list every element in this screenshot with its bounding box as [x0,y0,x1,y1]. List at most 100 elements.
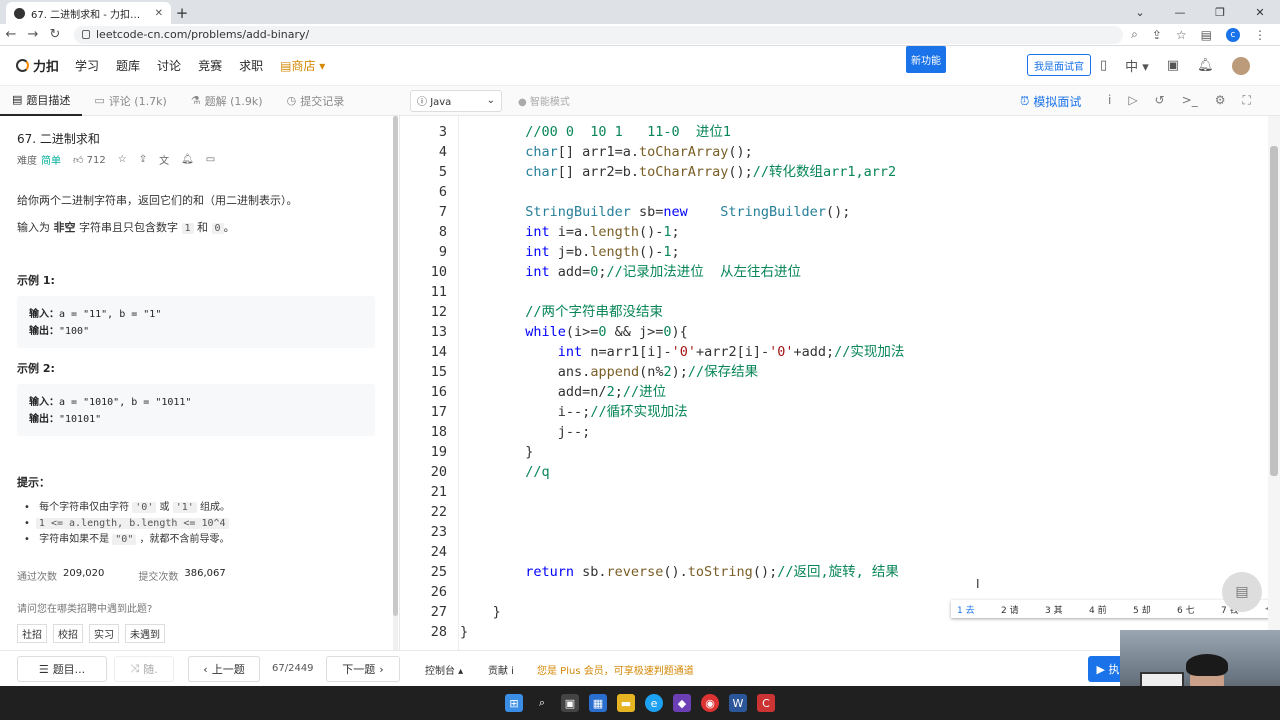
tag-internship[interactable]: 实习 [89,624,119,643]
reset-icon[interactable]: ↺ [1155,93,1165,108]
code-line[interactable]: 14 int n=arr1[i]-'0'+arr2[i]-'0'+add;//实现… [410,342,1268,362]
tag-social-hire[interactable]: 社招 [17,624,47,643]
forward-icon[interactable]: → [22,27,44,42]
reload-icon[interactable]: ↻ [44,27,66,42]
ime-candidate[interactable]: 1 去 [957,603,1001,616]
info-i-icon[interactable]: i [1108,93,1111,108]
code-line[interactable]: 13 while(i>=0 && j>=0){ [410,322,1268,342]
editor-scrollbar[interactable] [1268,116,1280,650]
close-window-icon[interactable]: ✕ [1240,0,1280,24]
edge-browser-icon[interactable]: e [645,694,663,712]
code-line[interactable]: 16 add=n/2;//进位 [410,382,1268,402]
extensions-icon[interactable]: ▤ [1201,28,1212,42]
tab-search-icon[interactable]: ⌄ [1120,0,1160,24]
code-line[interactable]: 19} [410,442,1268,462]
fullscreen-icon[interactable]: ⛶ [1242,93,1250,108]
code-line[interactable]: 22 [410,502,1268,522]
app-icon[interactable]: C [757,694,775,712]
tab-comments[interactable]: ▭ 评论 (1.7k) [82,86,178,116]
bookmark-star-icon[interactable]: ☆ [1176,28,1187,42]
code-line[interactable]: 6 [410,182,1268,202]
contribute-button[interactable]: 贡献 i [488,662,514,677]
code-line[interactable]: 23 [410,522,1268,542]
ime-candidate[interactable]: 4 前 [1089,603,1133,616]
tab-description[interactable]: ▤ 题目描述 [0,86,83,116]
tab-solutions[interactable]: ⚗ 题解 (1.9k) [179,86,275,116]
problem-scrollbar[interactable] [393,116,398,650]
file-explorer-icon[interactable]: ▬ [617,694,635,712]
notes-fab-icon[interactable]: ▤ [1222,572,1262,612]
site-logo[interactable]: 力扣 [16,56,59,75]
settings-icon[interactable]: ⚙ [1215,93,1226,108]
code-line[interactable]: 15 ans.append(n%2);//保存结果 [410,362,1268,382]
interviewer-button[interactable]: 我是面试官 [1027,54,1091,76]
nav-contest[interactable]: 竞赛 [198,57,222,74]
chrome-browser-icon[interactable]: ◉ [701,694,719,712]
tab-submissions[interactable]: ◷ 提交记录 [275,86,357,116]
mobile-icon[interactable]: ▯ [1100,58,1107,73]
nav-discuss[interactable]: 讨论 [157,57,181,74]
new-tab-icon[interactable]: + [171,2,193,24]
code-line[interactable]: 25 return sb.reverse().toString();//返回,旋转… [410,562,1268,582]
share-icon[interactable]: ⇪ [1152,28,1162,42]
code-line[interactable]: 12 //两个字符串都没结束 [410,302,1268,322]
language-switch[interactable]: 中 ▾ [1125,56,1149,75]
code-line[interactable]: 20 //q [410,462,1268,482]
nav-problems[interactable]: 题库 [116,57,140,74]
windows-start-icon[interactable]: ⊞ [505,694,523,712]
random-button[interactable]: ⤨ 随. [114,656,174,682]
zoom-icon[interactable]: ⌕ [1131,27,1138,42]
ime-candidate-bar[interactable]: 1 去 2 请 3 其 4 前 5 却 6 七 7 钱 ◂ ▸ ▣ [951,600,1268,618]
code-line[interactable]: 21 [410,482,1268,502]
code-line[interactable]: 4 char[] arr1=a.toCharArray(); [410,142,1268,162]
notification-bell-icon[interactable]: 🔔︎ [1197,58,1214,73]
nav-shop[interactable]: ▤商店 ▾ [280,57,325,74]
taskbar-search-icon[interactable]: ⌕ [533,694,551,712]
ime-candidate[interactable]: 6 七 [1177,603,1221,616]
notify-bell-icon[interactable]: 🔔︎ [181,154,194,165]
nav-jobs[interactable]: 求职 [239,57,263,74]
console-toggle[interactable]: 控制台 ▴ [425,662,463,677]
code-line[interactable]: 5 char[] arr2=b.toCharArray();//转化数组arr1,… [410,162,1268,182]
feedback-icon[interactable]: ▭ [206,154,215,165]
code-line[interactable]: 7 StringBuilder sb=new StringBuilder(); [410,202,1268,222]
code-line[interactable]: 26 [410,582,1268,602]
run-icon[interactable]: ▷ [1128,93,1137,108]
next-problem-button[interactable]: 下一题 › [326,656,400,682]
profile-avatar[interactable]: c [1226,27,1240,42]
word-icon[interactable]: W [729,694,747,712]
code-line[interactable]: 8 int i=a.length()-1; [410,222,1268,242]
nav-learn[interactable]: 学习 [75,57,99,74]
like-button[interactable]: 👍︎ 712 [73,154,106,166]
code-line[interactable]: 10 int add=0;//记录加法进位 从左往右进位 [410,262,1268,282]
maximize-icon[interactable]: ❐ [1200,0,1240,24]
browser-tab[interactable]: 67. 二进制求和 - 力扣（LeetCode） ✕ [6,2,171,24]
ime-candidate[interactable]: 2 请 [1001,603,1045,616]
code-editor[interactable]: 3//00 0 10 1 11-0 进位1 4 char[] arr1=a.toCh… [410,116,1268,650]
share-problem-icon[interactable]: ⇪ [139,154,147,165]
smart-mode-toggle[interactable]: ● 智能模式 [518,93,570,108]
code-line[interactable]: 18 j--; [410,422,1268,442]
playground-icon[interactable]: ▣ [1167,58,1179,73]
ime-candidate[interactable]: 3 其 [1045,603,1089,616]
translate-icon[interactable]: 文 [159,152,169,167]
terminal-icon[interactable]: >_ [1182,93,1198,108]
minimize-icon[interactable]: — [1160,0,1200,24]
language-select[interactable]: ⓘ Java ⌄ [410,89,502,112]
code-line[interactable]: 3 //00 0 10 1 11-0 进位1 [410,122,1268,142]
new-feature-badge[interactable]: 新功能 [906,46,946,73]
back-icon[interactable]: ← [0,27,22,42]
ime-candidate[interactable]: 5 却 [1133,603,1177,616]
user-avatar[interactable] [1231,56,1250,75]
store-icon[interactable]: ◆ [673,694,691,712]
code-line[interactable]: 17 i--;//循环实现加法 [410,402,1268,422]
tag-campus-hire[interactable]: 校招 [53,624,83,643]
tag-not-met[interactable]: 未遇到 [125,624,165,643]
browser-menu-icon[interactable]: ⋮ [1254,28,1266,42]
favorite-star-icon[interactable]: ☆ [118,154,127,165]
code-line[interactable]: 11 [410,282,1268,302]
close-tab-icon[interactable]: ✕ [155,8,163,19]
code-line[interactable]: 24 [410,542,1268,562]
mock-interview-button[interactable]: ⏰︎ 模拟面试 [1020,93,1081,110]
url-field[interactable]: leetcode-cn.com/problems/add-binary/ [74,25,1124,44]
